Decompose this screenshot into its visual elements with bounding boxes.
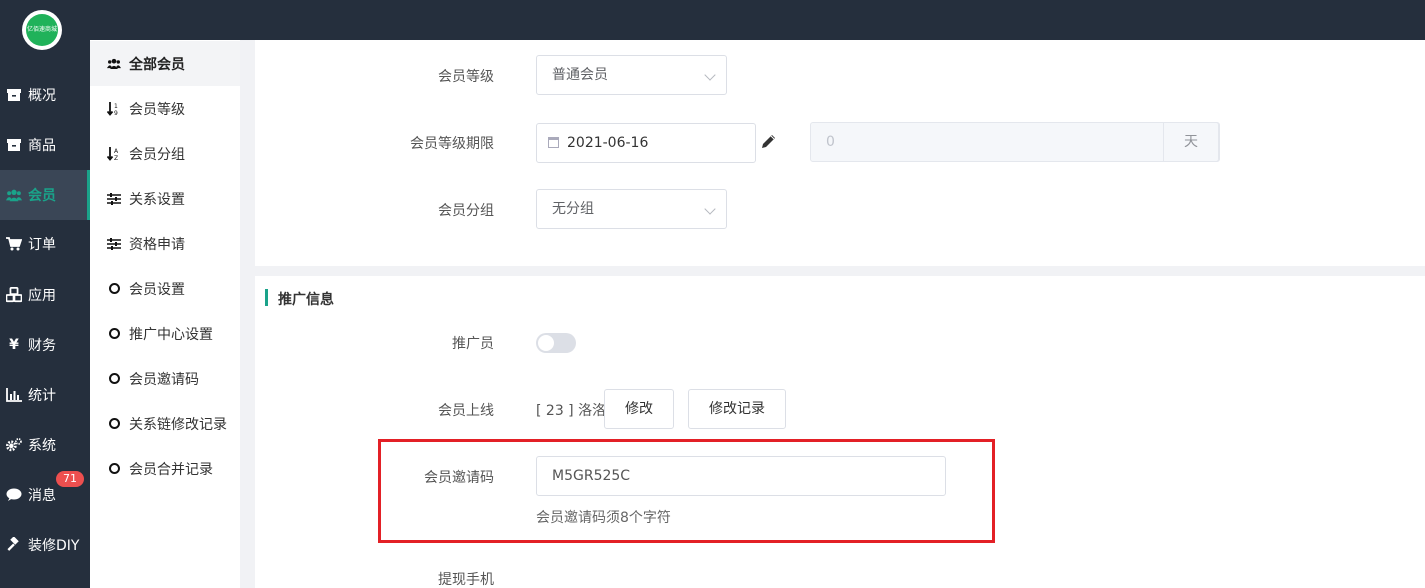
top-bar <box>0 0 1425 40</box>
subnav-item-label: 资格申请 <box>129 236 185 253</box>
subnav-item-merge-log[interactable]: 会员合并记录 <box>90 446 240 491</box>
nav-item-label: 应用 <box>28 288 56 304</box>
subnav-item-relation-log[interactable]: 关系链修改记录 <box>90 401 240 446</box>
subnav-item-invite-code[interactable]: 会员邀请码 <box>90 356 240 401</box>
circle-icon <box>107 282 121 296</box>
circle-icon <box>107 372 121 386</box>
gavel-icon <box>6 537 22 553</box>
member-level-label: 会员等级 <box>438 69 494 85</box>
message-count-badge: 71 <box>56 471 84 487</box>
level-days-value: 0 <box>826 134 835 150</box>
nav-item-orders[interactable]: 订单 <box>0 219 90 269</box>
nav-item-label: 消息 <box>28 488 56 504</box>
users-icon <box>6 187 22 203</box>
cubes-icon <box>6 287 22 303</box>
sliders-icon <box>107 237 121 251</box>
nav-item-label: 会员 <box>28 188 56 204</box>
promo-title-text: 推广信息 <box>278 292 334 308</box>
nav-item-label: 统计 <box>28 388 56 404</box>
nav-item-label: 商品 <box>28 138 56 154</box>
subnav-item-label: 会员等级 <box>129 101 185 118</box>
nav-item-diy[interactable]: 装修DIY <box>0 520 90 570</box>
calendar-icon <box>548 137 559 148</box>
comment-icon <box>6 487 22 503</box>
subnav-item-relation-settings[interactable]: 关系设置 <box>90 176 240 221</box>
nav-item-label: 订单 <box>28 237 56 253</box>
toggle-knob <box>538 335 554 351</box>
chevron-down-icon <box>704 203 716 215</box>
circle-icon <box>107 327 121 341</box>
subnav-item-qualification[interactable]: 资格申请 <box>90 221 240 266</box>
subnav-item-member-settings[interactable]: 会员设置 <box>90 266 240 311</box>
member-group-value: 无分组 <box>552 201 594 217</box>
edit-icon[interactable] <box>760 133 777 154</box>
level-expire-label: 会员等级期限 <box>410 136 494 152</box>
users-icon <box>107 57 121 71</box>
subnav-item-label: 会员设置 <box>129 281 185 298</box>
circle-icon <box>107 417 121 431</box>
logo[interactable]: 亿佰速商城 <box>22 10 62 50</box>
promoter-toggle[interactable] <box>536 333 576 353</box>
withdraw-phone-label: 提现手机 <box>438 572 494 588</box>
subnav-item-label: 会员邀请码 <box>129 371 199 388</box>
nav-item-overview[interactable]: 概况 <box>0 70 90 120</box>
days-unit: 天 <box>1163 122 1219 162</box>
subnav-item-label: 会员合并记录 <box>129 461 213 478</box>
circle-icon <box>107 462 121 476</box>
subnav-item-label: 关系设置 <box>129 191 185 208</box>
member-level-value: 普通会员 <box>552 67 608 83</box>
subnav-item-label: 推广中心设置 <box>129 326 213 343</box>
section-accent-bar <box>265 289 268 306</box>
promo-section-title: 推广信息 <box>265 289 334 309</box>
archive-icon <box>6 137 22 153</box>
bar-chart-icon <box>6 387 22 403</box>
subnav-item-member-level[interactable]: 19 会员等级 <box>90 86 240 131</box>
gears-icon <box>6 437 22 453</box>
edit-history-button[interactable]: 修改记录 <box>688 389 786 429</box>
upline-value: [ 23 ] 洛洛 <box>536 403 607 419</box>
nav-item-goods[interactable]: 商品 <box>0 120 90 170</box>
promoter-label: 推广员 <box>452 336 494 352</box>
member-subnav: 全部会员 19 会员等级 AZ 会员分组 关系设置 资格申请 会员设置 推广中心… <box>90 40 240 588</box>
nav-item-members[interactable]: 会员 <box>0 170 90 220</box>
edit-upline-button[interactable]: 修改 <box>604 389 674 429</box>
member-group-label: 会员分组 <box>438 203 494 219</box>
sliders-icon <box>107 192 121 206</box>
main-sidebar: 亿佰速商城 概况 商品 会员 订单 应用 ¥ 财务 统计 系统 消息 装修DIY <box>0 0 90 588</box>
svg-text:9: 9 <box>114 110 118 116</box>
member-level-select[interactable]: 普通会员 <box>536 55 727 95</box>
subnav-item-label: 关系链修改记录 <box>129 416 227 433</box>
logo-text: 亿佰速商城 <box>26 14 58 46</box>
level-expire-date-picker[interactable]: 2021-06-16 <box>536 123 756 163</box>
svg-text:Z: Z <box>114 155 118 161</box>
nav-item-apps[interactable]: 应用 <box>0 270 90 320</box>
nav-item-stats[interactable]: 统计 <box>0 370 90 420</box>
chevron-down-icon <box>704 69 716 81</box>
sort-alpha-icon: AZ <box>107 146 121 161</box>
subnav-item-all-members[interactable]: 全部会员 <box>90 41 240 86</box>
nav-item-label: 装修DIY <box>28 538 80 554</box>
nav-item-label: 系统 <box>28 438 56 454</box>
nav-item-label: 概况 <box>28 88 56 104</box>
subnav-item-label: 全部会员 <box>129 56 185 73</box>
svg-text:1: 1 <box>114 103 118 110</box>
highlight-box <box>378 439 995 543</box>
nav-item-label: 财务 <box>28 338 56 354</box>
member-group-select[interactable]: 无分组 <box>536 189 727 229</box>
level-expire-date: 2021-06-16 <box>567 135 649 151</box>
nav-item-system[interactable]: 系统 <box>0 420 90 470</box>
yen-icon: ¥ <box>9 337 19 353</box>
cart-icon <box>6 236 22 252</box>
subnav-item-promo-center[interactable]: 推广中心设置 <box>90 311 240 356</box>
svg-text:A: A <box>114 148 119 155</box>
level-days-input[interactable]: 0 天 <box>810 122 1220 162</box>
sort-numeric-icon: 19 <box>107 101 121 116</box>
subnav-item-member-group[interactable]: AZ 会员分组 <box>90 131 240 176</box>
archive-icon <box>6 87 22 103</box>
nav-item-finance[interactable]: ¥ 财务 <box>0 320 90 370</box>
subnav-item-label: 会员分组 <box>129 146 185 163</box>
upline-label: 会员上线 <box>438 403 494 419</box>
